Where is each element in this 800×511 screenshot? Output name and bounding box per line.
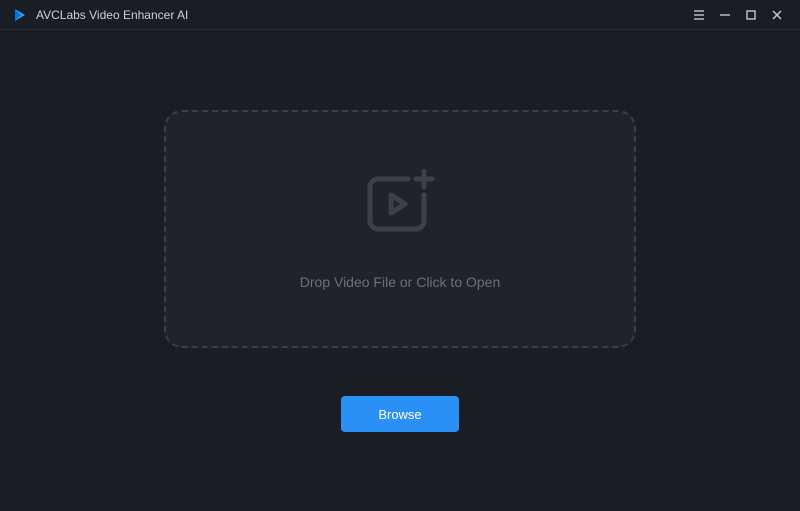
app-logo-icon [12,7,28,23]
close-button[interactable] [764,2,790,28]
minimize-button[interactable] [712,2,738,28]
menu-button[interactable] [686,2,712,28]
drop-zone[interactable]: Drop Video File or Click to Open [164,110,636,348]
browse-button[interactable]: Browse [341,396,459,432]
title-bar: AVCLabs Video Enhancer AI [0,0,800,30]
drop-zone-text: Drop Video File or Click to Open [300,274,501,290]
add-video-icon [360,169,440,244]
app-title: AVCLabs Video Enhancer AI [36,8,188,22]
maximize-button[interactable] [738,2,764,28]
main-area: Drop Video File or Click to Open Browse [0,30,800,511]
